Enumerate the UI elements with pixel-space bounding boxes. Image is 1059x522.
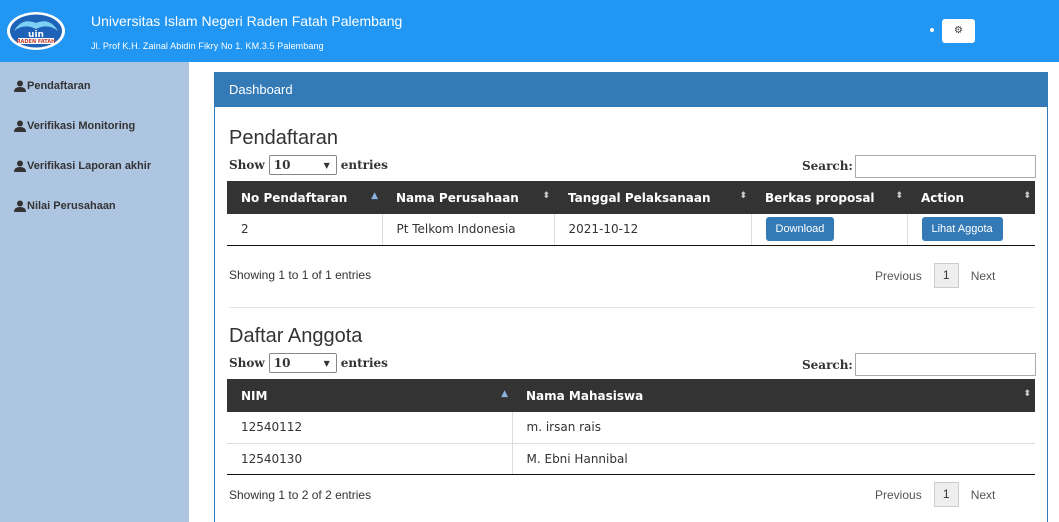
svg-text:RADEN FATAH: RADEN FATAH (17, 39, 56, 45)
user-icon (14, 200, 26, 212)
download-button[interactable]: Download (765, 217, 835, 242)
sort-icon: ⬍ (895, 191, 903, 201)
sidebar-item-label: Pendaftaran (27, 80, 91, 92)
next-button[interactable]: Next (971, 269, 996, 283)
entries-select-value: 10 (273, 356, 291, 370)
divider (229, 307, 1035, 308)
chevron-down-icon: ▼ (323, 358, 330, 368)
pagination: Previous 1 Next (875, 482, 995, 507)
user-icon (14, 80, 26, 92)
anggota-length-control: Show 10 ▼ entries (229, 353, 388, 373)
previous-button[interactable]: Previous (875, 488, 922, 502)
pendaftaran-table: No Pendaftaran ▲ Nama Perusahaan ⬍ Tanggal… (227, 181, 1035, 246)
cell-berkas: Download (751, 214, 908, 246)
table-row: 12540130 M. Ebni Hannibal (227, 443, 1035, 475)
column-header-label: NIM (241, 388, 268, 403)
sidebar-item-pendaftaran[interactable]: Pendaftaran (14, 76, 91, 96)
cell-nama: M. Ebni Hannibal (512, 443, 1035, 475)
sidebar-item-label: Verifikasi Laporan akhir (27, 160, 152, 172)
gear-icon: ⚙ (954, 25, 963, 36)
panel-title: Dashboard (215, 73, 1047, 107)
column-header-label: No Pendaftaran (241, 190, 348, 205)
entries-label: entries (340, 158, 388, 172)
sidebar-item-verifikasi-laporan-akhir[interactable]: Verifikasi Laporan akhir (14, 156, 151, 176)
search-label: Search: (802, 159, 853, 173)
sort-icon: ⬍ (542, 191, 550, 201)
sort-icon: ⬍ (739, 191, 747, 201)
column-header[interactable]: No Pendaftaran ▲ (227, 181, 382, 214)
search-input[interactable] (855, 155, 1036, 178)
column-header[interactable]: Nama Perusahaan ⬍ (382, 181, 554, 214)
table-row: 12540112 m. irsan rais (227, 412, 1035, 444)
entries-select[interactable]: 10 ▼ (268, 353, 337, 373)
pendaftaran-length-control: Show 10 ▼ entries (229, 155, 388, 175)
status-dot (930, 28, 934, 32)
table-info: Showing 1 to 1 of 1 entries (229, 268, 372, 282)
cell-tanggal: 2021-10-12 (554, 214, 752, 246)
entries-select[interactable]: 10 ▼ (268, 155, 337, 175)
settings-button[interactable]: ⚙ (942, 19, 975, 43)
sidebar-item-verifikasi-monitoring[interactable]: Verifikasi Monitoring (14, 116, 135, 136)
column-header[interactable]: Action ⬍ (907, 181, 1035, 214)
column-header-label: Nama Perusahaan (396, 190, 519, 205)
sidebar-item-label: Nilai Perusahaan (27, 200, 116, 212)
entries-label: entries (340, 356, 388, 370)
pagination: Previous 1 Next (875, 263, 995, 288)
previous-button[interactable]: Previous (875, 269, 922, 283)
column-header[interactable]: Nama Mahasiswa ⬍ (512, 379, 1035, 412)
anggota-table: NIM ▲ Nama Mahasiswa ⬍ 12540112 m. irsan r… (227, 379, 1035, 475)
column-header[interactable]: Berkas proposal ⬍ (751, 181, 907, 214)
search-input[interactable] (855, 353, 1036, 376)
lihat-anggota-button[interactable]: Lihat Aggota (921, 217, 1003, 242)
table-info: Showing 1 to 2 of 2 entries (229, 488, 372, 502)
cell-nama: m. irsan rais (512, 412, 1035, 444)
column-header-label: Nama Mahasiswa (526, 388, 644, 403)
page-button[interactable]: 1 (933, 482, 959, 507)
cell-no: 2 (227, 214, 383, 246)
sort-icon: ⬍ (1023, 191, 1031, 201)
cell-nim: 12540112 (227, 412, 513, 444)
search-label: Search: (802, 358, 853, 372)
university-logo: uin RADEN FATAH (6, 11, 66, 51)
university-name: Universitas Islam Negeri Raden Fatah Pal… (91, 13, 403, 29)
sort-asc-icon: ▲ (501, 389, 508, 399)
chevron-down-icon: ▼ (323, 160, 330, 170)
column-header[interactable]: NIM ▲ (227, 379, 512, 412)
column-header-label: Tanggal Pelaksanaan (568, 190, 711, 205)
cell-action: Lihat Aggota (907, 214, 1035, 246)
user-icon (14, 160, 26, 172)
next-button[interactable]: Next (971, 488, 996, 502)
cell-nim: 12540130 (227, 443, 513, 475)
university-address: Jl. Prof K.H. Zainal Abidin Fikry No 1. … (91, 41, 324, 51)
top-bar: uin RADEN FATAH Universitas Islam Negeri… (0, 0, 1059, 62)
pendaftaran-title: Pendaftaran (229, 127, 338, 149)
show-label: Show (229, 356, 265, 370)
sidebar-item-nilai-perusahaan[interactable]: Nilai Perusahaan (14, 196, 116, 216)
user-icon (14, 120, 26, 132)
table-row: 2 Pt Telkom Indonesia 2021-10-12 Downloa… (227, 214, 1035, 246)
column-header-label: Action (921, 190, 965, 205)
sidebar-item-label: Verifikasi Monitoring (27, 120, 136, 132)
sort-asc-icon: ▲ (371, 191, 378, 201)
column-header[interactable]: Tanggal Pelaksanaan ⬍ (554, 181, 751, 214)
entries-select-value: 10 (273, 158, 291, 172)
cell-perusahaan: Pt Telkom Indonesia (382, 214, 555, 246)
column-header-label: Berkas proposal (765, 190, 875, 205)
show-label: Show (229, 158, 265, 172)
page-button[interactable]: 1 (933, 263, 959, 288)
anggota-title: Daftar Anggota (229, 325, 363, 347)
sidebar: Pendaftaran Verifikasi Monitoring Verifi… (0, 62, 189, 522)
sort-icon: ⬍ (1023, 389, 1031, 399)
dashboard-panel: Dashboard Pendaftaran Show 10 ▼ entries S… (214, 72, 1048, 522)
